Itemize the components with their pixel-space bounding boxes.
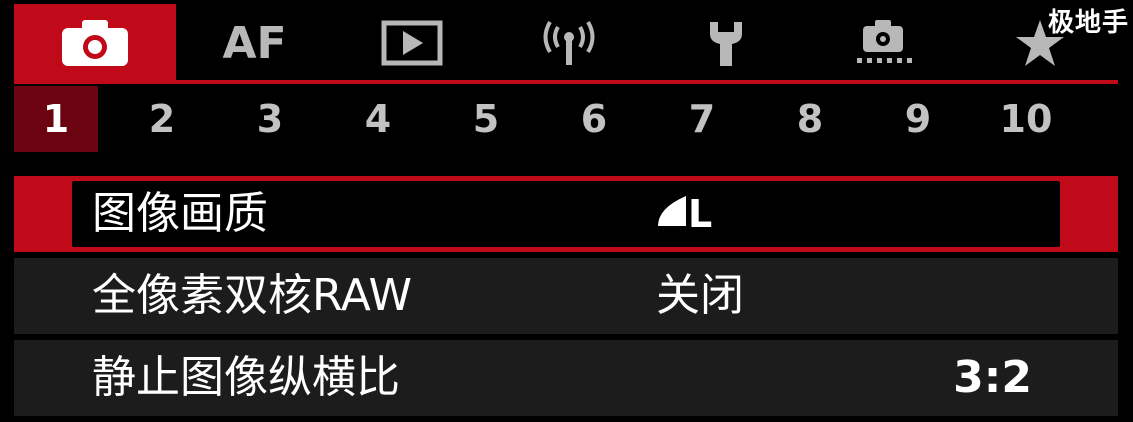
menu-item-value: 关闭: [656, 270, 744, 321]
tab-af[interactable]: AF: [176, 4, 333, 82]
star-icon: [1014, 18, 1066, 68]
quality-fine-icon: [656, 176, 686, 252]
camera-icon: [60, 18, 130, 68]
tab-underline: [14, 80, 1118, 84]
tab-setup[interactable]: [647, 4, 804, 82]
page-selector: 1 2 3 4 5 6 7 8 9 10: [14, 86, 1118, 152]
page-4[interactable]: 4: [336, 86, 420, 152]
page-5[interactable]: 5: [444, 86, 528, 152]
wireless-icon: [539, 19, 599, 67]
tab-custom[interactable]: [804, 4, 961, 82]
page-2[interactable]: 2: [120, 86, 204, 152]
wrench-icon: [704, 18, 748, 68]
page-1[interactable]: 1: [14, 86, 98, 152]
playback-icon: [381, 20, 443, 66]
menu-item-image-quality[interactable]: 图像画质 L: [14, 176, 1118, 252]
menu-item-dual-pixel-raw[interactable]: 全像素双核RAW 关闭: [14, 258, 1118, 334]
af-tab-label: AF: [222, 17, 287, 69]
menu-item-label: 图像画质: [92, 188, 268, 239]
menu-item-label: 全像素双核RAW: [92, 270, 412, 321]
tab-playback[interactable]: [333, 4, 490, 82]
page-10[interactable]: 10: [984, 86, 1068, 152]
menu-item-aspect-ratio[interactable]: 静止图像纵横比 3:2: [14, 340, 1118, 416]
menu-tab-bar: AF: [14, 4, 1118, 82]
custom-camera-icon: [853, 18, 913, 68]
page-8[interactable]: 8: [768, 86, 852, 152]
tab-shooting[interactable]: [14, 4, 176, 82]
tab-my-menu[interactable]: [961, 4, 1118, 82]
menu-item-value: L: [656, 176, 712, 252]
quality-size-label: L: [688, 192, 713, 236]
menu-item-label: 静止图像纵横比: [92, 352, 400, 403]
tab-wireless[interactable]: [490, 4, 647, 82]
menu-item-value: 3:2: [953, 352, 1032, 403]
page-6[interactable]: 6: [552, 86, 636, 152]
page-7[interactable]: 7: [660, 86, 744, 152]
menu-list: 图像画质 L 全像素双核RAW 关闭 静止图像纵横比 3:2: [14, 176, 1118, 422]
page-3[interactable]: 3: [228, 86, 312, 152]
page-9[interactable]: 9: [876, 86, 960, 152]
